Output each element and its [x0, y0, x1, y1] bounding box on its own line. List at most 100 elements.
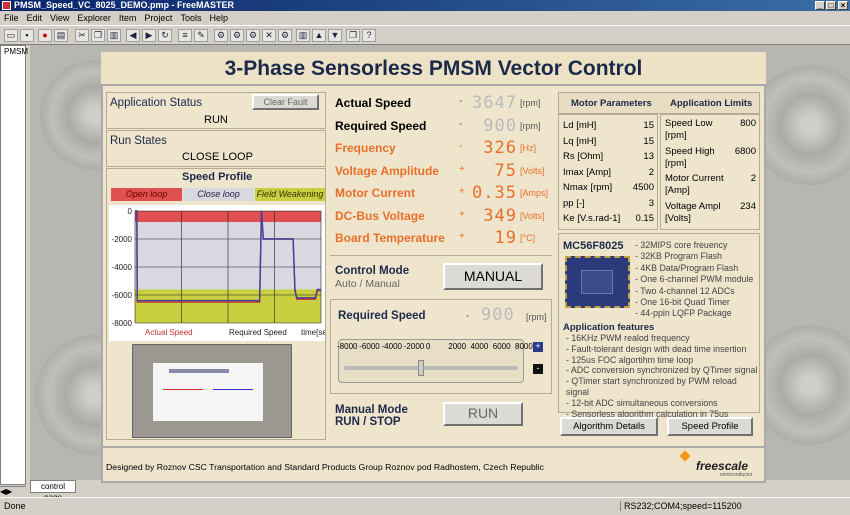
window-title: PMSM_Speed_VC_8025_DEMO.pmp - FreeMASTER — [14, 0, 235, 10]
menu-view[interactable]: View — [46, 11, 73, 25]
required-speed-box: Required Speed - 900 [rpm] -8000 -6000 -40… — [330, 299, 552, 394]
algorithm-details-button[interactable]: Algorithm Details — [560, 417, 658, 436]
value-sign: + — [459, 231, 465, 242]
tool-c-icon[interactable]: ⚙ — [246, 29, 260, 42]
tree-root-item[interactable]: PMSM — [4, 47, 28, 56]
speed-profile-chart: 0 -2000 -4000 -6000 -8000 Actual Speed Require… — [109, 205, 325, 341]
app-status-value: RUN — [204, 114, 228, 126]
forward-icon[interactable]: ▶ — [142, 29, 156, 42]
properties-icon[interactable]: ≡ — [178, 29, 192, 42]
edit-icon[interactable]: ✎ — [194, 29, 208, 42]
value-row: Voltage Amplitude +75 [Volts] — [335, 161, 555, 181]
menu-project[interactable]: Project — [140, 11, 176, 25]
clear-fault-button[interactable]: Clear Fault — [252, 94, 319, 110]
feature-item: - One 6-channel PWM module — [635, 274, 754, 285]
print-icon[interactable]: ▥ — [107, 29, 121, 42]
value-row: Motor Current +0.35 [Amps] — [335, 183, 555, 203]
menu-edit[interactable]: Edit — [23, 11, 47, 25]
value-row: Actual Speed -3647 [rpm] — [335, 93, 555, 113]
run-button[interactable]: RUN — [443, 402, 523, 426]
value-sign: + — [459, 186, 465, 197]
manual-mode-box: Manual Mode RUN / STOP RUN — [330, 395, 552, 440]
app-limits-table: Speed Low [rpm] 800 Speed High [rpm] 6800 Mo… — [665, 118, 756, 228]
freescale-logo: freescale — [696, 459, 749, 473]
page-title: 3-Phase Sensorless PMSM Vector Control — [101, 52, 766, 86]
chip-image — [565, 256, 630, 308]
speed-profile-label: Speed Profile — [182, 171, 253, 183]
motor-params-box: Ld [mH] 15 Lq [mH] 15 Rs [Ohm] 13 Imax [Amp] 2 N… — [558, 114, 658, 230]
feature-item: - Fault-tolerant design with dead time i… — [566, 343, 747, 354]
columns-icon[interactable]: ▥ — [296, 29, 310, 42]
value-label: Motor Current — [335, 186, 415, 200]
stop-icon[interactable]: ● — [38, 29, 52, 42]
refresh-icon[interactable]: ↻ — [158, 29, 172, 42]
maximize-button[interactable]: □ — [826, 1, 836, 10]
value-number: 19 — [494, 228, 517, 248]
y-tick-label: -4000 — [112, 263, 133, 272]
open-icon[interactable]: ▭ — [4, 29, 18, 42]
toolbar: ▭ ▪ ● ▤ ✂ ❐ ▥ ◀ ▶ ↻ ≡ ✎ ⚙ ⚙ ⚙ ✕ ⚙ ▥ ▲ ▼ … — [0, 25, 850, 45]
options-icon[interactable]: ▤ — [54, 29, 68, 42]
copy-icon[interactable]: ❐ — [91, 29, 105, 42]
tree-hscrollbar[interactable]: ◀▶ — [0, 486, 26, 496]
down-icon[interactable]: ▼ — [328, 29, 342, 42]
feature-item: - 4KB Data/Program Flash — [635, 262, 739, 273]
save-icon[interactable]: ▪ — [20, 29, 34, 42]
tool-a-icon[interactable]: ⚙ — [214, 29, 228, 42]
y-tick-label: 0 — [128, 207, 133, 216]
param-name: pp [-] — [563, 197, 585, 209]
mcu-box: MC56F8025 - 32MIPS core freuency - 32KB P… — [558, 233, 760, 419]
param-value: 2 — [750, 173, 756, 184]
feature-item: - 16KHz PWM realod frequency — [566, 333, 690, 343]
param-value: 15 — [643, 135, 654, 147]
slider-thumb[interactable] — [418, 360, 425, 376]
legend-field-weakening: Field Weakening — [255, 188, 325, 201]
manual-button[interactable]: MANUAL — [443, 263, 543, 290]
value-label: Voltage Amplitude — [335, 163, 440, 178]
x-axis-label: time[sec] — [301, 328, 325, 337]
menu-bar: File Edit View Explorer Item Project Tools Help — [0, 11, 850, 25]
increase-button[interactable]: + — [533, 342, 543, 352]
param-value: 3 — [648, 197, 654, 209]
menu-item[interactable]: Item — [115, 11, 141, 25]
back-icon[interactable]: ◀ — [126, 29, 140, 42]
menu-help[interactable]: Help — [205, 11, 232, 25]
value-sign: - — [459, 118, 463, 130]
menu-explorer[interactable]: Explorer — [73, 11, 115, 25]
run-states-label: Run States — [110, 135, 167, 147]
value-number: 0.35 — [472, 183, 517, 203]
minimize-button[interactable]: _ — [815, 1, 825, 10]
param-name: Rs [Ohm] — [563, 151, 604, 162]
panel-footer: Designed by Roznov CSC Transportation an… — [103, 446, 764, 481]
speed-slider[interactable]: -8000 -6000 -4000 -2000 0 2000 4000 6000 8000 — [337, 339, 533, 383]
param-row: Nmax [rpm] 4500 — [563, 180, 654, 196]
value-unit: [°C] — [520, 233, 536, 243]
tab-control-page[interactable]: control page — [30, 480, 76, 502]
help-icon[interactable]: ? — [362, 29, 376, 42]
menu-file[interactable]: File — [0, 11, 23, 25]
value-label: Required Speed — [335, 118, 427, 133]
cut-icon[interactable]: ✂ — [75, 29, 89, 42]
freescale-logo-sub: semiconductor — [720, 472, 753, 478]
value-sign: + — [459, 163, 465, 175]
window-icon[interactable]: ❐ — [346, 29, 360, 42]
up-icon[interactable]: ▲ — [312, 29, 326, 42]
value-label: Frequency — [335, 141, 396, 155]
feature-item: - ADC conversion synchronized by QTimer … — [566, 365, 758, 376]
control-mode-box: Control Mode Auto / Manual MANUAL — [330, 255, 552, 298]
value-number: 326 — [483, 138, 517, 158]
tool-e-icon[interactable]: ⚙ — [278, 29, 292, 42]
tool-b-icon[interactable]: ⚙ — [230, 29, 244, 42]
speed-profile-button[interactable]: Speed Profile — [667, 417, 753, 436]
run-states-box: Run States CLOSE LOOP — [106, 130, 326, 167]
status-bar: Done RS232;COM4;speed=115200 — [0, 497, 850, 515]
menu-tools[interactable]: Tools — [176, 11, 205, 25]
close-button[interactable]: × — [838, 1, 848, 10]
value-row: Frequency - 326 [Hz] — [335, 138, 555, 158]
slider-tick-label: 8000 — [515, 342, 533, 351]
project-tree[interactable]: PMSM — [0, 45, 28, 485]
param-value: 15 — [643, 120, 654, 131]
param-value: 4500 — [632, 182, 654, 193]
tool-d-icon[interactable]: ✕ — [262, 29, 276, 42]
decrease-button[interactable]: - — [533, 364, 543, 374]
